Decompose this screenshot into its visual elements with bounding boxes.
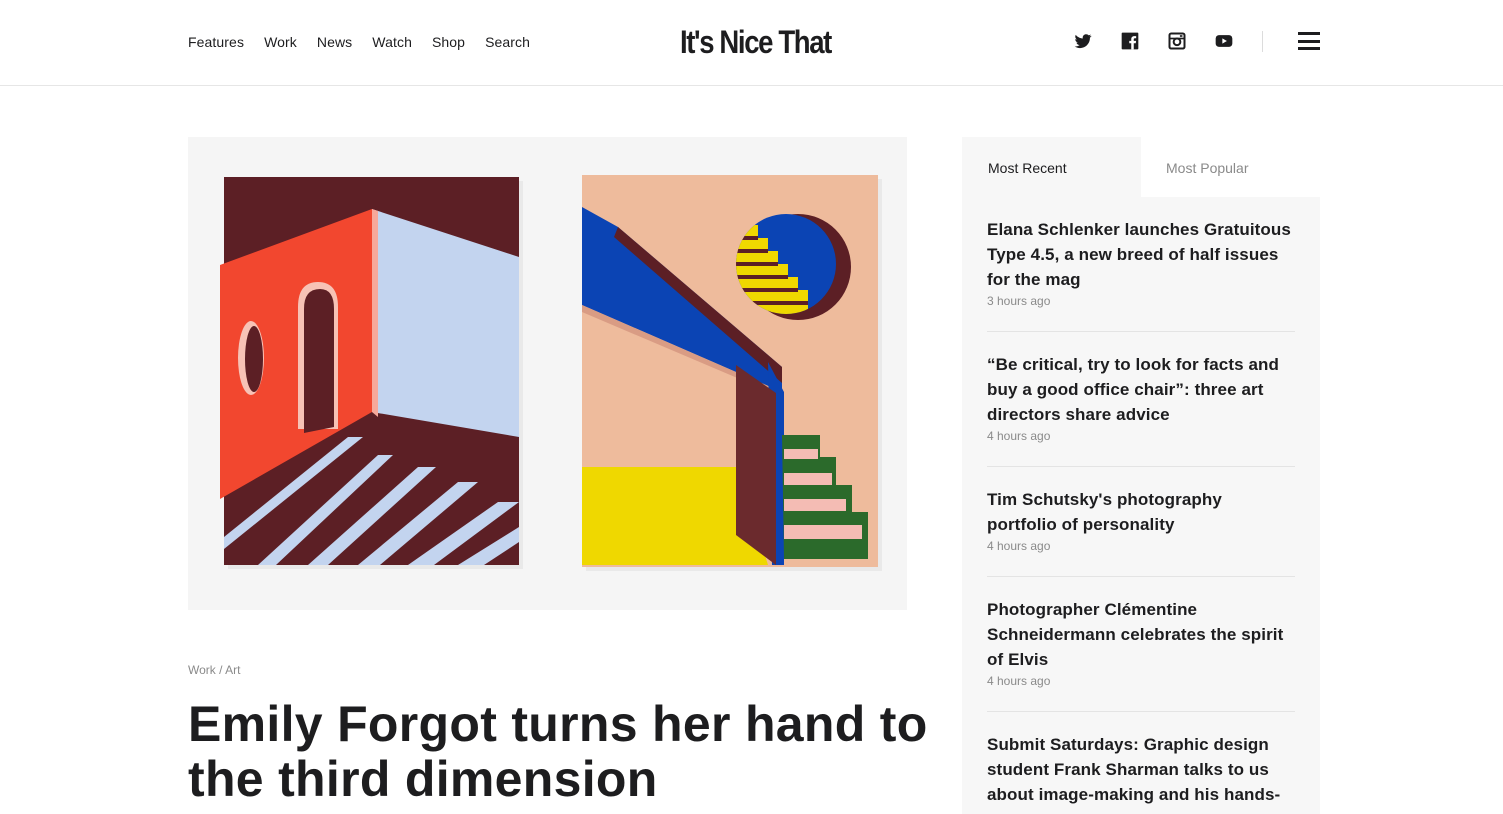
list-item-title[interactable]: Elana Schlenker launches Gratuitous Type… <box>987 217 1295 292</box>
list-item-title[interactable]: Submit Saturdays: Graphic design student… <box>987 732 1295 807</box>
list-item-time: 4 hours ago <box>987 539 1051 553</box>
instagram-icon <box>1168 32 1186 50</box>
list-item-title[interactable]: Photographer Clémentine Schneidermann ce… <box>987 597 1295 672</box>
list-item[interactable]: Photographer Clémentine Schneidermann ce… <box>987 577 1295 712</box>
sidebar: Most Recent Most Popular Elana Schlenker… <box>962 137 1320 814</box>
hero-image[interactable] <box>188 137 907 610</box>
list-item-time: 4 hours ago <box>987 429 1051 443</box>
hamburger-menu-icon[interactable] <box>1298 32 1320 50</box>
facebook-icon <box>1121 32 1139 50</box>
list-item-title[interactable]: Tim Schutsky's photography portfolio of … <box>987 487 1295 537</box>
right-artwork <box>582 175 882 571</box>
sidebar-tabs: Most Recent Most Popular <box>962 137 1320 197</box>
youtube-link[interactable] <box>1214 31 1234 51</box>
instagram-link[interactable] <box>1167 31 1187 51</box>
breadcrumb-art[interactable]: Art <box>225 663 240 677</box>
nav-features[interactable]: Features <box>188 33 244 51</box>
nav-search[interactable]: Search <box>485 33 530 51</box>
twitter-icon <box>1074 34 1092 49</box>
social-links <box>1073 31 1234 51</box>
site-logo[interactable]: It's Nice That <box>680 24 832 60</box>
left-artwork <box>220 177 523 569</box>
breadcrumb-separator: / <box>219 663 223 677</box>
tab-most-popular[interactable]: Most Popular <box>1141 137 1320 197</box>
list-item[interactable]: Submit Saturdays: Graphic design student… <box>987 712 1295 814</box>
main-nav: Features Work News Watch Shop Search <box>188 33 530 51</box>
header-divider <box>1262 31 1263 52</box>
tab-most-recent[interactable]: Most Recent <box>962 137 1141 197</box>
list-item[interactable]: Tim Schutsky's photography portfolio of … <box>987 467 1295 577</box>
list-item[interactable]: “Be critical, try to look for facts and … <box>987 332 1295 467</box>
nav-work[interactable]: Work <box>264 33 297 51</box>
list-item[interactable]: Elana Schlenker launches Gratuitous Type… <box>987 197 1295 332</box>
site-header: Features Work News Watch Shop Search It'… <box>0 0 1503 86</box>
recent-articles-list: Elana Schlenker launches Gratuitous Type… <box>962 197 1320 814</box>
nav-watch[interactable]: Watch <box>372 33 412 51</box>
breadcrumb-work[interactable]: Work <box>188 663 216 677</box>
facebook-link[interactable] <box>1120 31 1140 51</box>
breadcrumb: Work / Art <box>188 663 240 677</box>
nav-news[interactable]: News <box>317 33 352 51</box>
list-item-title[interactable]: “Be critical, try to look for facts and … <box>987 352 1295 427</box>
youtube-icon <box>1215 35 1233 47</box>
twitter-link[interactable] <box>1073 31 1093 51</box>
artwork-illustration <box>188 137 907 610</box>
list-item-time: 3 hours ago <box>987 294 1051 308</box>
article-headline: Emily Forgot turns her hand to the third… <box>188 696 928 807</box>
nav-shop[interactable]: Shop <box>432 33 465 51</box>
list-item-time: 4 hours ago <box>987 674 1051 688</box>
